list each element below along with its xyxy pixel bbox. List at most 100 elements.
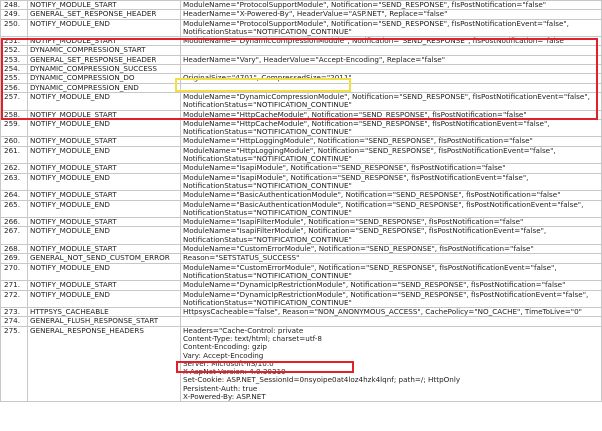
- row-number: 268.: [0, 243, 28, 255]
- event-details: ModuleName="ProtocolSupportModule", Noti…: [180, 0, 602, 11]
- event-name: GENERAL_RESPONSE_HEADERS: [27, 325, 181, 403]
- table-row: 258. NOTIFY_MODULE_START ModuleName="HttpC…: [0, 109, 602, 120]
- trace-log-table: 248. NOTIFY_MODULE_START ModuleName="Proto…: [0, 0, 602, 403]
- table-row: 267. NOTIFY_MODULE_END ModuleName="IsapiFi…: [0, 226, 602, 246]
- row-number: 251.: [0, 36, 28, 47]
- event-details: HttpsysCacheable="false", Reason="NON_AN…: [180, 307, 602, 318]
- event-name: GENERAL_NOT_SEND_CUSTOM_ERROR: [27, 253, 181, 264]
- row-number: 275.: [0, 325, 28, 403]
- row-number: 265.: [0, 199, 28, 219]
- event-details: Headers="Cache-Control: private Content-…: [180, 325, 602, 403]
- row-number: 250.: [0, 18, 28, 38]
- row-number: 248.: [0, 0, 28, 11]
- event-name: NOTIFY_MODULE_START: [27, 163, 181, 174]
- row-number: 256.: [0, 82, 28, 93]
- table-row: 266. NOTIFY_MODULE_START ModuleName="Isapi…: [0, 217, 602, 228]
- table-row: 263. NOTIFY_MODULE_END ModuleName="IsapiMo…: [0, 172, 602, 192]
- event-details: HeaderName="Vary", HeaderValue="Accept-E…: [180, 54, 602, 66]
- event-details: [180, 64, 602, 75]
- event-details: ModuleName="ProtocolSupportModule", Noti…: [180, 18, 602, 38]
- row-number: 266.: [0, 217, 28, 228]
- event-name: NOTIFY_MODULE_START: [27, 280, 181, 291]
- trace-log-body: 248. NOTIFY_MODULE_START ModuleName="Proto…: [0, 0, 602, 403]
- event-details: [180, 316, 602, 327]
- row-number: 259.: [0, 118, 28, 138]
- row-number: 271.: [0, 280, 28, 291]
- row-number: 258.: [0, 109, 28, 120]
- row-number: 252.: [0, 45, 28, 56]
- table-row: 269. GENERAL_NOT_SEND_CUSTOM_ERROR Reason=…: [0, 253, 602, 264]
- table-row: 248. NOTIFY_MODULE_START ModuleName="Proto…: [0, 0, 602, 11]
- event-details: ModuleName="HttpLoggingModule", Notifica…: [180, 145, 602, 165]
- row-number: 253.: [0, 54, 28, 66]
- row-number: 273.: [0, 307, 28, 318]
- row-number: 263.: [0, 172, 28, 192]
- table-row: 249. GENERAL_SET_RESPONSE_HEADER HeaderNam…: [0, 9, 602, 20]
- table-row: 260. NOTIFY_MODULE_START ModuleName="HttpL…: [0, 136, 602, 147]
- table-row: 259. NOTIFY_MODULE_END ModuleName="HttpCac…: [0, 118, 602, 138]
- table-row: 253. GENERAL_SET_RESPONSE_HEADER HeaderNam…: [0, 54, 602, 66]
- table-row: 271. NOTIFY_MODULE_START ModuleName="Dynam…: [0, 280, 602, 291]
- event-details: ModuleName="HttpCacheModule", Notificati…: [180, 118, 602, 138]
- event-details: ModuleName="DynamicCompressionModule", N…: [180, 36, 602, 47]
- table-row: 273. HTTPSYS_CACHEABLE HttpsysCacheable="f…: [0, 307, 602, 318]
- table-row: 252. DYNAMIC_COMPRESSION_START: [0, 45, 602, 56]
- table-row: 264. NOTIFY_MODULE_START ModuleName="Basic…: [0, 190, 602, 201]
- event-details: ModuleName="CustomErrorModule", Notifica…: [180, 262, 602, 282]
- event-name: NOTIFY_MODULE_END: [27, 18, 181, 38]
- table-row: 250. NOTIFY_MODULE_END ModuleName="Protoco…: [0, 18, 602, 38]
- event-name: DYNAMIC_COMPRESSION_DO: [27, 73, 181, 84]
- table-row: 251. NOTIFY_MODULE_START ModuleName="Dynam…: [0, 36, 602, 47]
- event-name: NOTIFY_MODULE_END: [27, 172, 181, 192]
- table-row: 262. NOTIFY_MODULE_START ModuleName="Isapi…: [0, 163, 602, 174]
- event-details: ModuleName="IsapiFilterModule", Notifica…: [180, 226, 602, 246]
- row-number: 267.: [0, 226, 28, 246]
- event-details: ModuleName="BasicAuthenticationModule", …: [180, 199, 602, 219]
- event-details: ModuleName="HttpLoggingModule", Notifica…: [180, 136, 602, 147]
- event-details: ModuleName="CustomErrorModule", Notifica…: [180, 243, 602, 255]
- event-name: NOTIFY_MODULE_START: [27, 136, 181, 147]
- event-name: GENERAL_SET_RESPONSE_HEADER: [27, 9, 181, 20]
- table-row: 255. DYNAMIC_COMPRESSION_DO OriginalSize="…: [0, 73, 602, 84]
- row-number: 272.: [0, 289, 28, 309]
- row-number: 257.: [0, 91, 28, 111]
- row-number: 269.: [0, 253, 28, 264]
- row-number: 261.: [0, 145, 28, 165]
- event-name: GENERAL_SET_RESPONSE_HEADER: [27, 54, 181, 66]
- event-details: [180, 45, 602, 56]
- row-number: 254.: [0, 64, 28, 75]
- row-number: 274.: [0, 316, 28, 327]
- event-name: NOTIFY_MODULE_START: [27, 217, 181, 228]
- event-name: GENERAL_FLUSH_RESPONSE_START: [27, 316, 181, 327]
- event-details: HeaderName="X-Powered-By", HeaderValue="…: [180, 9, 602, 20]
- event-details: ModuleName="BasicAuthenticationModule", …: [180, 190, 602, 201]
- row-number: 255.: [0, 73, 28, 84]
- event-details: ModuleName="DynamicIpRestrictionModule",…: [180, 289, 602, 309]
- event-name: NOTIFY_MODULE_END: [27, 289, 181, 309]
- table-row: 268. NOTIFY_MODULE_START ModuleName="Custo…: [0, 243, 602, 255]
- table-row: 261. NOTIFY_MODULE_END ModuleName="HttpLog…: [0, 145, 602, 165]
- event-details: ModuleName="DynamicCompressionModule", N…: [180, 91, 602, 111]
- event-details: [180, 82, 602, 93]
- event-details: Reason="SETSTATUS_SUCCESS": [180, 253, 602, 264]
- event-name: NOTIFY_MODULE_START: [27, 243, 181, 255]
- event-details: ModuleName="IsapiFilterModule", Notifica…: [180, 217, 602, 228]
- event-details: ModuleName="IsapiModule", Notification="…: [180, 163, 602, 174]
- event-details: ModuleName="DynamicIpRestrictionModule",…: [180, 280, 602, 291]
- row-number: 264.: [0, 190, 28, 201]
- event-name: NOTIFY_MODULE_END: [27, 199, 181, 219]
- table-row: 254. DYNAMIC_COMPRESSION_SUCCESS: [0, 64, 602, 75]
- row-number: 249.: [0, 9, 28, 20]
- event-details: OriginalSize="4701", CompressedSize="201…: [180, 73, 602, 84]
- table-row: 257. NOTIFY_MODULE_END ModuleName="Dynamic…: [0, 91, 602, 111]
- table-row: 275. GENERAL_RESPONSE_HEADERS Headers="Cac…: [0, 325, 602, 403]
- table-row: 274. GENERAL_FLUSH_RESPONSE_START: [0, 316, 602, 327]
- event-name: NOTIFY_MODULE_END: [27, 226, 181, 246]
- event-name: DYNAMIC_COMPRESSION_SUCCESS: [27, 64, 181, 75]
- table-row: 256. DYNAMIC_COMPRESSION_END: [0, 82, 602, 93]
- event-name: NOTIFY_MODULE_END: [27, 262, 181, 282]
- event-name: DYNAMIC_COMPRESSION_START: [27, 45, 181, 56]
- row-number: 260.: [0, 136, 28, 147]
- event-name: NOTIFY_MODULE_START: [27, 0, 181, 11]
- event-name: HTTPSYS_CACHEABLE: [27, 307, 181, 318]
